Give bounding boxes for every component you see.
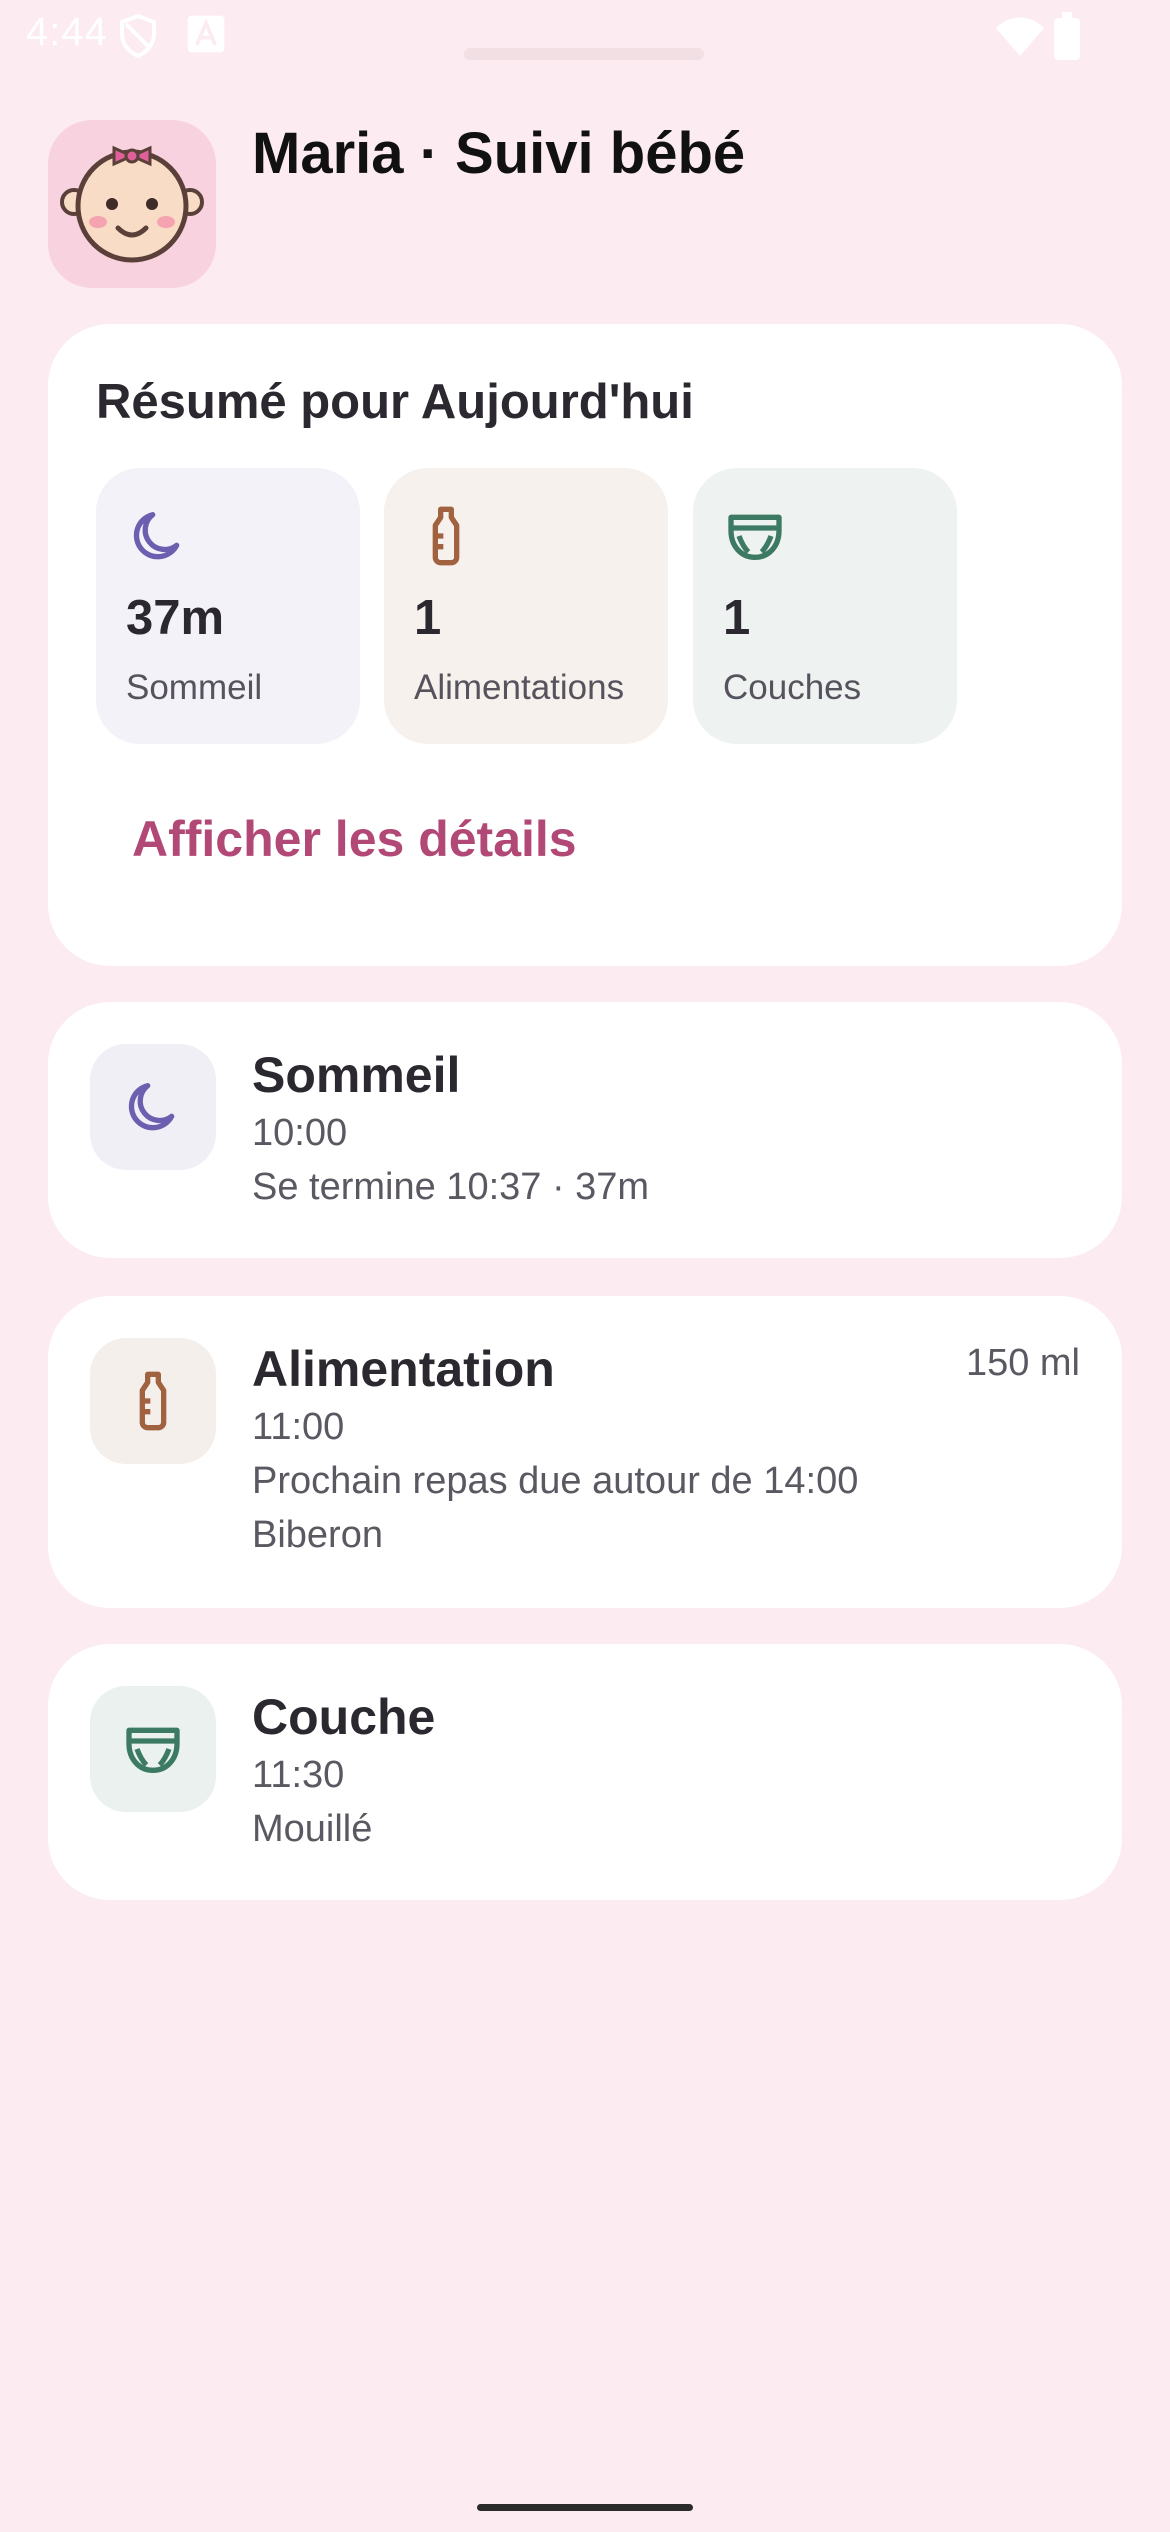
status-bar: 4:44 — [0, 0, 1170, 72]
stat-tile-diaper[interactable]: 1 Couches — [693, 468, 957, 744]
event-title: Couche — [252, 1689, 436, 1745]
summary-card: Résumé pour Aujourd'hui 37m Sommeil 1 Al… — [48, 324, 1122, 966]
event-icon-box — [90, 1338, 216, 1464]
stat-label: Alimentations — [414, 668, 625, 707]
stat-tile-sleep[interactable]: 37m Sommeil — [96, 468, 360, 744]
event-card-feeding[interactable]: Alimentation 150 ml 11:00 Prochain repas… — [48, 1296, 1122, 1608]
drag-handle[interactable] — [464, 48, 704, 60]
stat-value: 1 — [414, 591, 442, 645]
event-time: 11:30 — [252, 1754, 345, 1796]
stat-label: Sommeil — [126, 668, 263, 707]
wifi-icon — [994, 12, 1046, 65]
diaper-icon — [728, 514, 782, 560]
status-time: 4:44 — [26, 10, 108, 54]
show-details-button[interactable]: Afficher les détails — [132, 810, 577, 868]
event-time: 10:00 — [252, 1112, 348, 1154]
event-icon-box — [90, 1044, 216, 1170]
shield-icon — [114, 12, 162, 65]
app-header: Maria · Suivi bébé — [48, 120, 1128, 288]
baby-face-icon — [60, 145, 204, 263]
event-title: Alimentation — [252, 1341, 555, 1397]
bottle-icon — [139, 1371, 167, 1431]
event-card-sleep[interactable]: Sommeil 10:00 Se termine 10:37 · 37m — [48, 1002, 1122, 1258]
stat-value: 37m — [126, 591, 225, 645]
moon-icon — [133, 511, 180, 560]
stat-label: Couches — [723, 668, 862, 707]
diaper-icon — [126, 1727, 180, 1773]
font-a-icon — [184, 12, 228, 61]
bottle-icon — [432, 506, 460, 566]
event-title: Sommeil — [252, 1047, 461, 1103]
event-detail: Se termine 10:37 · 37m — [252, 1166, 650, 1208]
event-card-diaper[interactable]: Couche 11:30 Mouillé — [48, 1644, 1122, 1900]
event-detail: Prochain repas due autour de 14:00 — [252, 1460, 859, 1502]
event-amount: 150 ml — [965, 1342, 1080, 1384]
page-title: Maria · Suivi bébé — [252, 121, 746, 186]
event-icon-box — [90, 1686, 216, 1812]
stat-tile-feeding[interactable]: 1 Alimentations — [384, 468, 668, 744]
event-detail: Mouillé — [252, 1808, 373, 1850]
stat-value: 1 — [723, 591, 751, 645]
battery-icon — [1054, 12, 1080, 65]
event-method: Biberon — [252, 1514, 383, 1556]
summary-title: Résumé pour Aujourd'hui — [96, 375, 694, 429]
moon-icon — [128, 1083, 175, 1131]
event-time: 11:00 — [252, 1406, 345, 1448]
home-indicator[interactable] — [477, 2504, 693, 2511]
avatar[interactable] — [48, 120, 216, 288]
